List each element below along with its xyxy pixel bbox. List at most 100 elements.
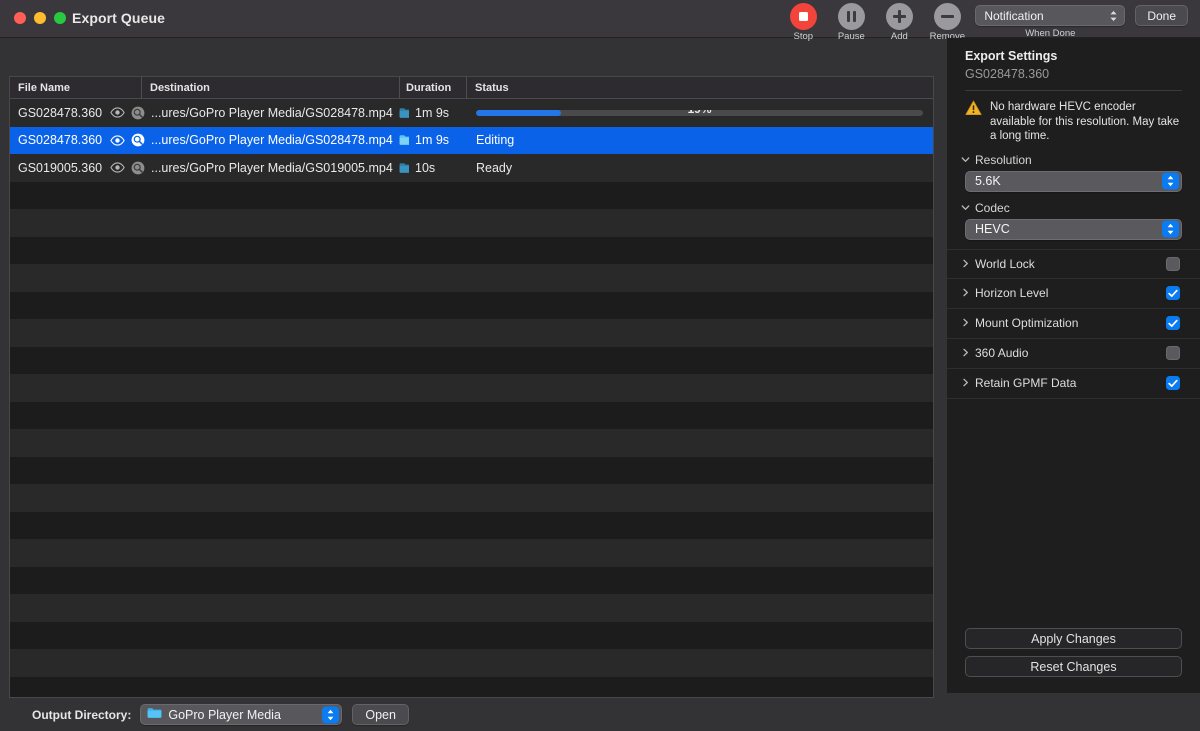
folder-icon[interactable] xyxy=(399,134,409,146)
column-header-destination[interactable]: Destination xyxy=(142,77,400,99)
output-directory-label: Output Directory: xyxy=(32,707,132,722)
table-row[interactable]: GS028478.360 ...ures/GoPro Player Media/… xyxy=(10,99,933,127)
table-empty-row xyxy=(10,209,933,237)
table-empty-row xyxy=(10,374,933,402)
eye-icon[interactable] xyxy=(110,135,125,146)
option-row-retain-gpmf-data[interactable]: Retain GPMF Data xyxy=(947,369,1200,399)
apply-changes-button[interactable]: Apply Changes xyxy=(965,628,1182,649)
remove-button[interactable]: Remove xyxy=(923,0,971,42)
chevron-right-icon[interactable] xyxy=(961,255,970,273)
reveal-in-finder-icon[interactable] xyxy=(131,106,145,120)
pause-button-label: Pause xyxy=(837,31,865,42)
row-file-name: GS028478.360 xyxy=(18,105,103,120)
stepper-updown-icon xyxy=(322,706,340,723)
cell-duration: 1m 9s xyxy=(409,106,476,120)
cell-file-name: GS028478.360 xyxy=(10,106,151,120)
codec-value: HEVC xyxy=(975,222,1010,236)
resolution-group-toggle[interactable]: Resolution xyxy=(947,144,1200,167)
when-done-dropdown[interactable]: Notification xyxy=(975,5,1126,26)
chevron-right-icon[interactable] xyxy=(961,374,970,392)
traffic-light-group xyxy=(14,12,66,24)
column-header-file-name[interactable]: File Name xyxy=(10,77,142,99)
export-settings-title: Export Settings xyxy=(965,49,1058,63)
chevron-right-icon[interactable] xyxy=(961,284,970,302)
title-bar: Export Queue Stop Pause Add Remove Notif… xyxy=(0,0,1200,42)
cell-duration: 1m 9s xyxy=(409,133,476,147)
cell-file-name: GS028478.360 xyxy=(10,133,151,147)
option-row-world-lock[interactable]: World Lock xyxy=(947,248,1200,279)
option-checkbox[interactable] xyxy=(1166,376,1180,390)
bottom-bar: Output Directory: GoPro Player Media Ope… xyxy=(0,698,1200,731)
table-empty-row xyxy=(10,566,933,594)
option-row-mount-optimization[interactable]: Mount Optimization xyxy=(947,309,1200,339)
table-row[interactable]: GS028478.360 ...ures/GoPro Player Media/… xyxy=(10,126,933,154)
row-duration: 1m 9s xyxy=(415,133,450,148)
folder-icon[interactable] xyxy=(399,162,409,174)
add-button[interactable]: Add xyxy=(875,0,923,42)
column-header-duration[interactable]: Duration xyxy=(400,77,467,99)
resolution-field: 5.6K xyxy=(947,167,1200,192)
cell-destination: ...ures/GoPro Player Media/GS028478.mp4 xyxy=(151,133,409,147)
codec-group-toggle[interactable]: Codec xyxy=(947,192,1200,215)
reset-changes-button[interactable]: Reset Changes xyxy=(965,656,1182,677)
resolution-dropdown[interactable]: 5.6K xyxy=(965,170,1182,192)
row-file-name: GS019005.360 xyxy=(18,160,103,175)
table-body: GS028478.360 ...ures/GoPro Player Media/… xyxy=(10,99,933,697)
table-row[interactable]: GS019005.360 ...ures/GoPro Player Media/… xyxy=(10,154,933,182)
toolbar: Stop Pause Add Remove Notification When … xyxy=(779,0,1200,42)
row-destination-path: ...ures/GoPro Player Media/GS028478.mp4 xyxy=(151,105,393,120)
eye-icon[interactable] xyxy=(110,107,125,118)
close-button-icon[interactable] xyxy=(14,12,26,24)
table-empty-row xyxy=(10,429,933,457)
option-label: World Lock xyxy=(975,256,1035,271)
option-row-360-audio[interactable]: 360 Audio xyxy=(947,339,1200,369)
export-progress: 19% xyxy=(476,109,923,116)
table-empty-row xyxy=(10,291,933,319)
option-label: 360 Audio xyxy=(975,346,1029,360)
output-directory-dropdown[interactable]: GoPro Player Media xyxy=(140,704,343,725)
plus-icon xyxy=(885,3,913,30)
window-title: Export Queue xyxy=(72,10,165,26)
chevron-right-icon[interactable] xyxy=(961,314,970,332)
option-checkbox[interactable] xyxy=(1166,286,1180,300)
chevron-right-icon[interactable] xyxy=(961,344,970,362)
warning-text: No hardware HEVC encoder available for t… xyxy=(990,101,1180,142)
done-button[interactable]: Done xyxy=(1135,5,1188,26)
option-label: Mount Optimization xyxy=(975,316,1079,330)
export-settings-subtitle: GS028478.360 xyxy=(965,67,1050,81)
table-empty-row xyxy=(10,621,933,649)
option-checkbox[interactable] xyxy=(1166,346,1180,360)
row-duration: 1m 9s xyxy=(415,105,450,120)
reveal-in-finder-icon[interactable] xyxy=(131,133,145,147)
cell-status: Ready xyxy=(476,161,933,175)
stop-button[interactable]: Stop xyxy=(779,0,827,42)
minimize-button-icon[interactable] xyxy=(34,12,46,24)
maximize-button-icon[interactable] xyxy=(54,12,66,24)
open-button[interactable]: Open xyxy=(352,704,409,725)
codec-field: HEVC xyxy=(947,215,1200,249)
folder-icon[interactable] xyxy=(399,107,409,119)
option-checkbox[interactable] xyxy=(1166,316,1180,330)
option-row-horizon-level[interactable]: Horizon Level xyxy=(947,279,1200,309)
pause-button[interactable]: Pause xyxy=(827,0,875,42)
option-label: Retain GPMF Data xyxy=(975,376,1077,390)
reset-changes-label: Reset Changes xyxy=(1030,659,1117,674)
row-file-name: GS028478.360 xyxy=(18,133,103,148)
table-empty-row xyxy=(10,181,933,209)
resolution-value: 5.6K xyxy=(975,174,1001,188)
cell-status: 19% xyxy=(476,109,933,116)
chevron-down-icon xyxy=(961,201,970,215)
table-empty-row xyxy=(10,319,933,347)
eye-icon[interactable] xyxy=(110,162,125,173)
export-queue-window: Export Queue Stop Pause Add Remove Notif… xyxy=(0,0,1200,731)
table-empty-row xyxy=(10,264,933,292)
column-header-status[interactable]: Status xyxy=(467,77,933,99)
codec-dropdown[interactable]: HEVC xyxy=(965,218,1182,240)
stepper-updown-icon xyxy=(1162,220,1179,238)
table-empty-row xyxy=(10,401,933,429)
sidebar-options-list: World Lock Horizon Level Mount Optimizat… xyxy=(947,248,1200,399)
chevron-down-icon xyxy=(961,153,970,167)
codec-label: Codec xyxy=(975,200,1010,215)
reveal-in-finder-icon[interactable] xyxy=(131,161,145,175)
option-checkbox[interactable] xyxy=(1166,256,1180,271)
